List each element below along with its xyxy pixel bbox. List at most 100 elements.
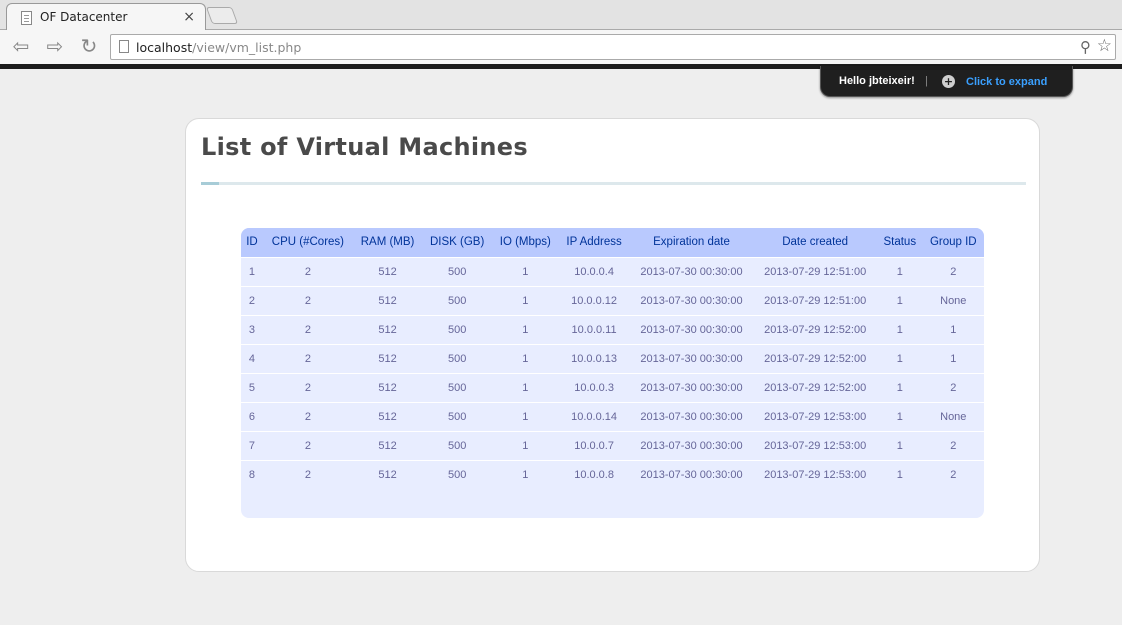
table-cell: 1 xyxy=(492,285,559,315)
table-cell: 500 xyxy=(422,430,493,460)
table-cell: 10.0.0.8 xyxy=(558,459,630,489)
plus-circle-icon[interactable]: + xyxy=(942,75,955,88)
table-cell: 8 xyxy=(241,459,263,489)
new-tab-button[interactable] xyxy=(205,7,239,24)
browser-toolbar: ⇦ ⇨ ↻ localhost/view/vm_list.php ⚲ ☆ xyxy=(0,30,1122,64)
vm-table-container: ID CPU (#Cores) RAM (MB) DISK (GB) IO (Mbps)… xyxy=(241,228,984,518)
title-divider xyxy=(201,182,1026,185)
table-cell: 10.0.0.4 xyxy=(558,256,630,286)
table-cell: 2013-07-30 00:30:00 xyxy=(629,459,754,489)
table-cell: 500 xyxy=(422,343,493,373)
table-cell: 2013-07-30 00:30:00 xyxy=(629,343,754,373)
table-cell: 500 xyxy=(422,401,493,431)
table-cell: 2013-07-29 12:53:00 xyxy=(753,401,877,431)
table-cell: 500 xyxy=(422,459,493,489)
table-cell: 10.0.0.13 xyxy=(558,343,630,373)
content-card: List of Virtual Machines ID CPU (#Cores) R… xyxy=(185,118,1040,572)
table-cell: 2 xyxy=(262,401,353,431)
table-cell: 1 xyxy=(876,372,923,402)
table-cell: 10.0.0.3 xyxy=(558,372,630,402)
table-cell: 500 xyxy=(422,285,493,315)
table-cell: 2013-07-30 00:30:00 xyxy=(629,314,754,344)
greeting-text: Hello jbteixeir! xyxy=(839,75,915,87)
table-cell: 1 xyxy=(876,256,923,286)
table-cell: 2 xyxy=(262,430,353,460)
table-cell: 1 xyxy=(492,372,559,402)
table-cell: 500 xyxy=(422,372,493,402)
table-cell: 2 xyxy=(262,459,353,489)
table-cell: 2013-07-30 00:30:00 xyxy=(629,401,754,431)
table-header-row: ID CPU (#Cores) RAM (MB) DISK (GB) IO (Mbps)… xyxy=(241,228,984,257)
table-cell: 2 xyxy=(922,430,984,460)
tab-close-icon[interactable]: × xyxy=(183,9,195,25)
table-cell: 512 xyxy=(352,343,423,373)
url-host: localhost xyxy=(136,40,193,55)
table-cell: 1 xyxy=(876,401,923,431)
table-cell: 2013-07-29 12:52:00 xyxy=(753,372,877,402)
table-cell: 512 xyxy=(352,314,423,344)
table-cell: 1 xyxy=(492,256,559,286)
table-body: 1 2 512 500 1 10.0.0.4 2013-07-30 00:30:00 2013… xyxy=(241,256,984,489)
magnifier-icon[interactable]: ⚲ xyxy=(1080,38,1091,56)
table-cell: None xyxy=(922,401,984,431)
browser-tab[interactable]: OF Datacenter × xyxy=(6,3,206,31)
column-header: Group ID xyxy=(922,228,984,257)
address-bar[interactable]: localhost/view/vm_list.php ⚲ ☆ xyxy=(110,34,1116,60)
table-cell: 2 xyxy=(922,459,984,489)
back-arrow-icon[interactable]: ⇦ xyxy=(8,34,34,58)
column-header: ID xyxy=(241,228,263,257)
expand-link[interactable]: Click to expand xyxy=(966,76,1047,88)
table-cell: 2013-07-29 12:53:00 xyxy=(753,459,877,489)
page-icon xyxy=(21,11,32,25)
table-cell: 2013-07-29 12:52:00 xyxy=(753,314,877,344)
table-cell: 2013-07-30 00:30:00 xyxy=(629,256,754,286)
table-row: 4 2 512 500 1 10.0.0.13 2013-07-30 00:30:00 201… xyxy=(241,343,984,373)
table-cell: 4 xyxy=(241,343,263,373)
table-cell: 10.0.0.12 xyxy=(558,285,630,315)
url-path: /view/vm_list.php xyxy=(192,40,302,55)
column-header: Status xyxy=(876,228,923,257)
separator: | xyxy=(925,75,928,87)
star-icon[interactable]: ☆ xyxy=(1097,36,1112,56)
forward-arrow-icon[interactable]: ⇨ xyxy=(42,34,68,58)
table-cell: 2 xyxy=(922,256,984,286)
table-cell: 1 xyxy=(876,343,923,373)
reload-icon[interactable]: ↻ xyxy=(76,34,102,58)
page-title: List of Virtual Machines xyxy=(201,133,528,161)
table-cell: None xyxy=(922,285,984,315)
table-cell: 2013-07-30 00:30:00 xyxy=(629,372,754,402)
table-cell: 512 xyxy=(352,285,423,315)
url-page-icon xyxy=(119,40,129,53)
table-cell: 6 xyxy=(241,401,263,431)
table-cell: 3 xyxy=(241,314,263,344)
table-cell: 1 xyxy=(922,343,984,373)
column-header: RAM (MB) xyxy=(352,228,423,257)
table-cell: 2 xyxy=(262,372,353,402)
table-cell: 2 xyxy=(262,256,353,286)
table-cell: 512 xyxy=(352,459,423,489)
table-cell: 2 xyxy=(241,285,263,315)
table-cell: 1 xyxy=(876,314,923,344)
tab-strip: OF Datacenter × xyxy=(0,0,1122,31)
table-cell: 10.0.0.7 xyxy=(558,430,630,460)
table-cell: 512 xyxy=(352,372,423,402)
table-cell: 2013-07-29 12:51:00 xyxy=(753,285,877,315)
table-cell: 1 xyxy=(492,459,559,489)
table-row: 1 2 512 500 1 10.0.0.4 2013-07-30 00:30:00 2013… xyxy=(241,256,984,286)
url-text: localhost/view/vm_list.php xyxy=(136,40,301,55)
table-cell: 512 xyxy=(352,256,423,286)
table-row: 5 2 512 500 1 10.0.0.3 2013-07-30 00:30:00 2013… xyxy=(241,372,984,402)
table-cell: 1 xyxy=(876,459,923,489)
column-header: CPU (#Cores) xyxy=(262,228,353,257)
tab-title: OF Datacenter xyxy=(40,10,128,24)
table-cell: 1 xyxy=(492,314,559,344)
table-cell: 1 xyxy=(876,285,923,315)
table-cell: 2 xyxy=(262,314,353,344)
table-cell: 500 xyxy=(422,256,493,286)
table-cell: 1 xyxy=(492,430,559,460)
table-row: 2 2 512 500 1 10.0.0.12 2013-07-30 00:30:00 201… xyxy=(241,285,984,315)
table-row: 3 2 512 500 1 10.0.0.11 2013-07-30 00:30:00 201… xyxy=(241,314,984,344)
table-cell: 2013-07-29 12:53:00 xyxy=(753,430,877,460)
table-cell: 2013-07-30 00:30:00 xyxy=(629,285,754,315)
column-header: Date created xyxy=(753,228,877,257)
